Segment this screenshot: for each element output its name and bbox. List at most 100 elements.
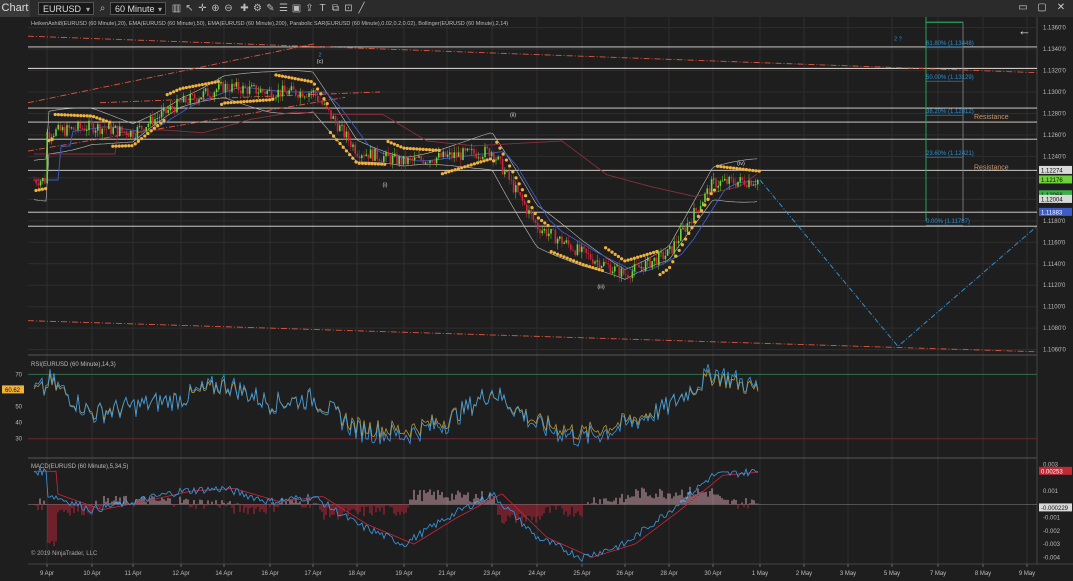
candle-body	[209, 96, 211, 98]
candle-body	[259, 89, 262, 93]
psar-dot	[453, 168, 457, 172]
bar-style-icon[interactable]: ▥	[170, 2, 183, 15]
indicator-icon[interactable]: ✚	[238, 2, 251, 15]
clone-icon[interactable]: ⧉	[329, 2, 342, 15]
zoom-out-icon[interactable]: ⊖	[222, 2, 235, 15]
candle-body	[253, 85, 255, 86]
candle-body	[585, 248, 587, 253]
candle-body	[378, 159, 381, 162]
psar-dot	[136, 139, 140, 143]
candle-body	[402, 155, 405, 165]
psar-dot	[364, 161, 368, 166]
candle-body	[167, 110, 169, 113]
lock-icon[interactable]: ⊡	[342, 2, 355, 15]
candle-body	[570, 244, 572, 250]
price-flag-label: 1.12176	[1041, 178, 1063, 184]
crosshair-icon[interactable]: ✛	[196, 2, 209, 15]
candle-body	[108, 123, 110, 130]
candle-body	[387, 151, 389, 157]
candle-body	[548, 233, 550, 237]
candle-body	[189, 94, 191, 104]
drawing-tool-icon[interactable]: ✎	[264, 2, 277, 15]
timeframe-selector[interactable]: 60 Minute ▾	[110, 2, 166, 15]
psar-dot	[684, 237, 688, 241]
close-icon[interactable]: ✕	[1054, 1, 1068, 15]
psar-dot	[600, 268, 605, 273]
candle-body	[400, 156, 403, 165]
psar-dot	[520, 188, 525, 192]
candle-body	[290, 86, 293, 91]
x-tick-label: 30 Apr	[704, 571, 721, 577]
psar-dot	[226, 101, 230, 105]
camera-icon[interactable]: ▣	[290, 2, 303, 15]
candle-body	[578, 244, 581, 252]
instrument-selector[interactable]: EURUSD ▾	[38, 2, 94, 15]
psar-dot	[588, 264, 592, 269]
search-icon[interactable]: ⌕	[96, 2, 109, 15]
wave-label: (iv)	[737, 161, 745, 167]
candle-body	[103, 128, 106, 130]
psar-dot	[540, 218, 544, 223]
copyright-text: © 2019 NinjaTrader, LLC	[31, 550, 98, 557]
psar-dot	[658, 272, 662, 277]
candle-body	[237, 82, 240, 91]
candle-body	[323, 103, 326, 105]
line-icon[interactable]: ╱	[355, 2, 368, 15]
candle-body	[748, 180, 750, 188]
maximize-icon[interactable]: ▢	[1035, 1, 1049, 15]
candle-body	[70, 127, 73, 129]
psar-dot	[655, 249, 659, 254]
candle-body	[363, 155, 365, 157]
candle-body	[301, 91, 304, 98]
psar-dot	[207, 81, 211, 85]
psar-dot	[700, 209, 704, 213]
candle-body	[255, 85, 257, 94]
candle-body	[706, 188, 708, 194]
candle-body	[57, 124, 59, 130]
share-icon[interactable]: ⇪	[303, 2, 316, 15]
text-icon[interactable]: T	[316, 2, 329, 15]
psar-dot	[402, 146, 406, 150]
candle-body	[319, 101, 321, 103]
macd-indicator-label: MACD(EURUSD (60 Minute),5,34,5)	[31, 464, 128, 470]
candle-body	[42, 177, 44, 182]
chart-canvas[interactable]: 61.80% (1.13448) 50.00% (1.13129) 38.20% (…	[0, 17, 1073, 581]
candle-body	[185, 95, 187, 103]
psar-dot	[690, 226, 694, 230]
candle-body	[728, 176, 730, 184]
zoom-in-icon[interactable]: ⊕	[209, 2, 222, 15]
candle-body	[396, 153, 398, 165]
macd-flag-label: -0.000229	[1041, 506, 1069, 512]
candle-body	[433, 162, 436, 164]
psar-dot	[76, 113, 80, 118]
candle-body	[603, 261, 605, 267]
psar-dot	[703, 203, 707, 207]
candle-body	[352, 144, 354, 147]
candle-body	[631, 271, 634, 279]
candle-body	[332, 116, 334, 119]
macd-y-tick-label: -0.001	[1043, 516, 1061, 522]
y-tick-label: 1.1320'0	[1043, 69, 1066, 75]
candle-body	[649, 257, 651, 268]
back-arrow-icon[interactable]: ←	[1018, 23, 1031, 38]
candle-body	[394, 153, 396, 156]
psar-dot	[85, 114, 89, 118]
candle-body	[198, 99, 200, 103]
candle-body	[75, 129, 77, 131]
candle-body	[59, 124, 62, 131]
candle-body	[180, 101, 183, 103]
strategy-icon[interactable]: ⚙	[251, 2, 264, 15]
wave-label: (ii)	[510, 113, 516, 119]
y-tick-label: 1.1280'0	[1043, 111, 1066, 117]
minimize-icon[interactable]: ▭	[1016, 1, 1030, 15]
candle-body	[369, 149, 372, 159]
cursor-icon[interactable]: ↖	[183, 2, 196, 15]
properties-icon[interactable]: ☰	[277, 2, 290, 15]
psar-dot	[306, 79, 310, 83]
psar-dot	[456, 167, 460, 171]
psar-dot	[357, 161, 361, 165]
x-tick-label: 14 Apr	[215, 571, 232, 577]
candle-body	[224, 83, 227, 93]
candle-body	[611, 271, 614, 274]
candle-body	[647, 257, 649, 261]
